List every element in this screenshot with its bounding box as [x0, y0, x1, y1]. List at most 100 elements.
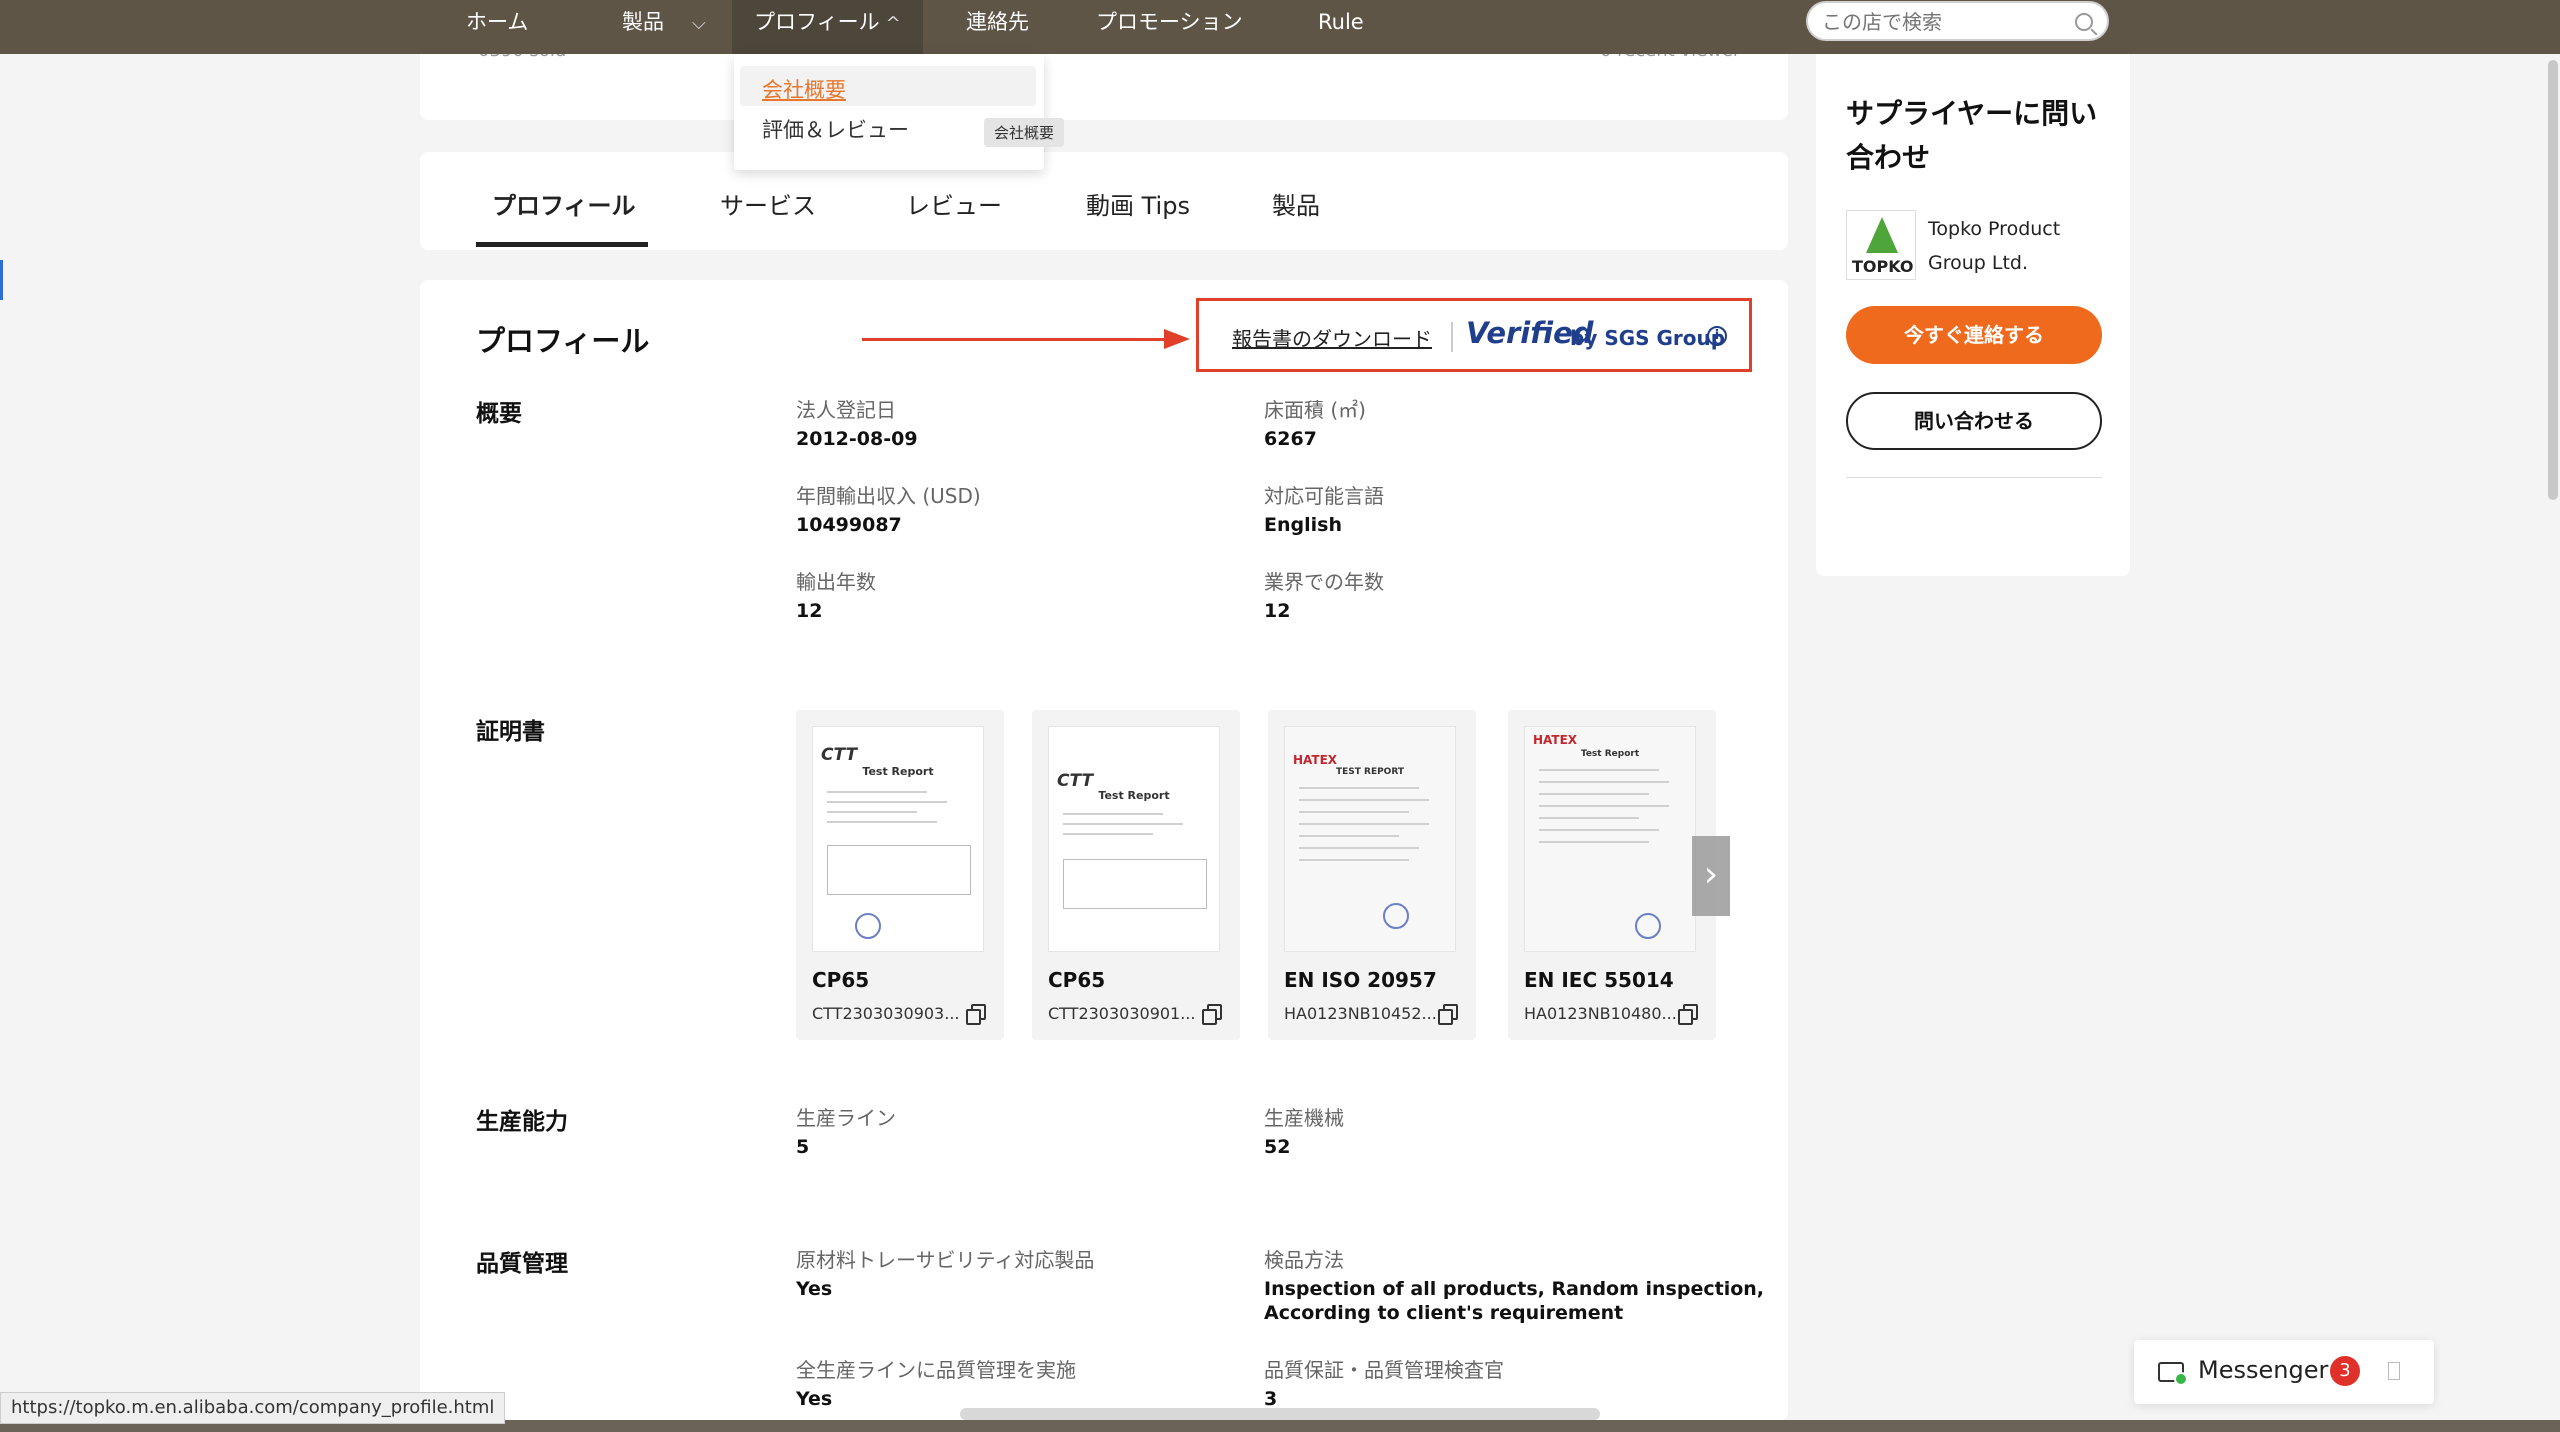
field-value: Inspection of all products, Random inspe…: [1264, 1278, 1765, 1300]
cert-brand: CTT: [1057, 771, 1094, 791]
vertical-scrollbar[interactable]: [2548, 60, 2558, 500]
horizontal-scrollbar[interactable]: [960, 1408, 1600, 1420]
cert-brand: HATEX: [1293, 753, 1338, 767]
field-label: 床面積 (㎡): [1264, 398, 1366, 422]
edge-marker: [0, 260, 3, 300]
verified-by-label: by SGS Group: [1570, 326, 1726, 350]
field-value: 3: [1264, 1388, 1278, 1410]
certificate-code: HA0123NB10452...: [1284, 1004, 1437, 1023]
field-label: 輸出年数: [796, 570, 876, 594]
search-icon[interactable]: [2075, 13, 2093, 31]
tooltip: 会社概要: [984, 118, 1065, 147]
cert-doc-title: TEST REPORT: [1335, 767, 1405, 777]
certificate-thumbnail[interactable]: CTT Test Report: [812, 726, 984, 952]
field-label: 品質保証・品質管理検査官: [1264, 1358, 1504, 1382]
stamp-icon: [855, 913, 881, 939]
nav-home[interactable]: ホーム: [466, 0, 528, 54]
search-input[interactable]: [1822, 10, 2052, 34]
top-nav: ホーム 製品 ⌵ プロフィール ^ 連絡先 プロモーション Rule: [0, 0, 2560, 54]
quality-label: 品質管理: [476, 1251, 568, 1277]
certificate-card[interactable]: HATEX TEST REPORT EN ISO 20957 HA0123NB1…: [1268, 710, 1476, 1040]
field-value: Yes: [796, 1388, 833, 1410]
copy-icon[interactable]: [1678, 1004, 1698, 1025]
divider: [1451, 322, 1453, 352]
field-value: 2012-08-09: [796, 428, 918, 450]
copy-icon[interactable]: [1438, 1004, 1458, 1025]
messenger-label: Messenger: [2198, 1356, 2329, 1384]
field-label: 原材料トレーサビリティ対応製品: [796, 1248, 1095, 1272]
field-label: 法人登記日: [796, 398, 896, 422]
inquire-button[interactable]: 問い合わせる: [1846, 392, 2102, 450]
supplier-contact-title: サプライヤーに問い合わせ: [1846, 97, 2098, 174]
annotation-arrow-head: [1164, 329, 1190, 349]
chevron-up-icon: ^: [885, 13, 901, 34]
field-value: 52: [1264, 1136, 1291, 1158]
tab-products[interactable]: 製品: [1272, 186, 1320, 221]
copy-icon[interactable]: [966, 1004, 986, 1025]
profile-title: プロフィール: [476, 324, 650, 358]
dropdown-reviews[interactable]: 評価＆レビュー: [762, 114, 909, 144]
field-label: 検品方法: [1264, 1248, 1344, 1272]
field-value: 5: [796, 1136, 810, 1158]
cert-doc-title: Test Report: [1580, 749, 1640, 759]
certificate-card[interactable]: CTT Test Report CP65 CTT2303030901...: [1032, 710, 1240, 1040]
expand-icon[interactable]: [2388, 1362, 2400, 1380]
annotation-arrow: [862, 338, 1168, 341]
nav-profile[interactable]: プロフィール ^: [732, 0, 923, 54]
certificate-thumbnail[interactable]: CTT Test Report: [1048, 726, 1220, 952]
company-logo: TOPKO: [1846, 210, 1916, 280]
certificate-code: CTT2303030903...: [812, 1004, 960, 1023]
certificate-code: CTT2303030901...: [1048, 1004, 1196, 1023]
field-value: English: [1264, 514, 1342, 536]
field-value: 12: [796, 600, 823, 622]
certificate-card[interactable]: HATEX Test Report EN IEC 55014 HA0123NB1…: [1508, 710, 1716, 1040]
nav-contact[interactable]: 連絡先: [966, 0, 1029, 54]
tab-video-tips[interactable]: 動画 Tips: [1086, 186, 1190, 221]
cert-brand: CTT: [821, 745, 858, 765]
dropdown-company-overview[interactable]: 会社概要: [762, 74, 846, 104]
field-value: Yes: [796, 1278, 833, 1300]
chat-icon: [2158, 1362, 2188, 1386]
nav-products-label: 製品: [622, 10, 664, 34]
certificate-thumbnail[interactable]: HATEX Test Report: [1524, 726, 1696, 952]
tab-profile[interactable]: プロフィール: [492, 186, 636, 221]
stamp-icon: [1635, 913, 1661, 939]
capacity-label: 生産能力: [476, 1109, 568, 1135]
field-label: 生産ライン: [796, 1106, 896, 1130]
stamp-icon: [1383, 903, 1409, 929]
cert-brand: HATEX: [1533, 733, 1578, 747]
contact-now-button[interactable]: 今すぐ連絡する: [1846, 306, 2102, 364]
certificate-thumbnail[interactable]: HATEX TEST REPORT: [1284, 726, 1456, 952]
nav-profile-label: プロフィール: [754, 10, 880, 34]
nav-rule[interactable]: Rule: [1318, 0, 1364, 54]
tab-reviews[interactable]: レビュー: [906, 186, 1002, 221]
certificate-card[interactable]: CTT Test Report CP65 CTT2303030903...: [796, 710, 1004, 1040]
field-label: 対応可能言語: [1264, 484, 1384, 508]
certificate-name: CP65: [1048, 968, 1106, 992]
cert-doc-title: Test Report: [862, 765, 934, 778]
logo-text: TOPKO: [1852, 257, 1914, 276]
field-label: 業界での年数: [1264, 570, 1384, 594]
nav-products[interactable]: 製品 ⌵: [622, 0, 706, 54]
nav-promotion[interactable]: プロモーション: [1096, 0, 1243, 54]
download-report-link[interactable]: 報告書のダウンロード: [1232, 323, 1432, 352]
carousel-next-button[interactable]: ›: [1692, 836, 1730, 916]
certificates-label: 証明書: [476, 719, 545, 745]
tab-service[interactable]: サービス: [720, 186, 816, 221]
copy-icon[interactable]: [1202, 1004, 1222, 1025]
profile-dropdown: 会社概要 評価＆レビュー: [734, 54, 1044, 170]
divider: [1846, 477, 2102, 478]
messenger-widget[interactable]: Messenger 3: [2134, 1340, 2434, 1404]
field-value: 12: [1264, 600, 1291, 622]
info-icon[interactable]: i: [1707, 326, 1727, 346]
certificate-name: EN ISO 20957: [1284, 968, 1437, 992]
store-search: [1806, 1, 2109, 41]
status-bar-url: https://topko.m.en.alibaba.com/company_p…: [0, 1392, 506, 1424]
certificate-code: HA0123NB10480...: [1524, 1004, 1677, 1023]
company-name[interactable]: Topko Product Group Ltd.: [1928, 212, 2118, 280]
unread-badge: 3: [2330, 1356, 2360, 1386]
field-label: 年間輸出収入 (USD): [796, 484, 981, 508]
field-value: 6267: [1264, 428, 1317, 450]
overview-label: 概要: [476, 401, 522, 427]
active-tab-indicator: [476, 242, 648, 247]
